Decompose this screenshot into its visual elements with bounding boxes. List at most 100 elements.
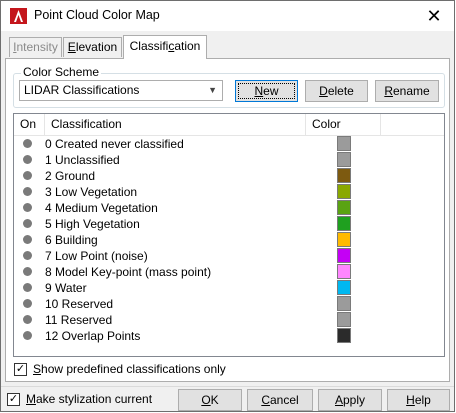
status-dot-icon[interactable] — [23, 235, 32, 244]
chevron-down-icon: ▼ — [208, 85, 217, 95]
show-predefined-checkbox[interactable]: ✓ — [14, 363, 27, 376]
list-item[interactable]: 1 Unclassified — [14, 152, 444, 168]
list-item[interactable]: 2 Ground — [14, 168, 444, 184]
color-swatch[interactable] — [337, 216, 351, 231]
make-current-text: ake stylization current — [36, 392, 153, 406]
column-header-classification[interactable]: Classification — [45, 114, 305, 135]
apply-button-label: pply — [343, 393, 366, 407]
color-swatch[interactable] — [337, 280, 351, 295]
color-swatch[interactable] — [337, 136, 351, 151]
help-button-mnemonic: H — [406, 393, 415, 407]
cancel-button[interactable]: Cancel — [247, 389, 313, 411]
show-predefined-label[interactable]: Show predefined classifications only — [33, 362, 226, 376]
color-swatch[interactable] — [337, 296, 351, 311]
classification-label: 0 Created never classified — [45, 137, 184, 151]
cancel-button-mnemonic: C — [261, 393, 270, 407]
delete-button[interactable]: Delete — [305, 80, 368, 102]
help-button-label: elp — [414, 393, 431, 407]
classification-label: 9 Water — [45, 281, 87, 295]
column-divider[interactable] — [380, 114, 381, 135]
ok-button-mnemonic: O — [201, 393, 211, 407]
color-swatch[interactable] — [337, 184, 351, 199]
new-button-label: ew — [263, 84, 279, 98]
make-current-mnemonic: M — [26, 392, 36, 406]
classification-list[interactable]: On Classification Color 0 Created never … — [13, 113, 445, 357]
classification-label: 11 Reserved — [45, 313, 113, 327]
list-item[interactable]: 12 Overlap Points — [14, 328, 444, 344]
show-predefined-text: how predefined classifications only — [41, 362, 226, 376]
color-swatch[interactable] — [337, 328, 351, 343]
rename-button[interactable]: Rename — [375, 80, 439, 102]
make-current-checkbox[interactable]: ✓ — [7, 393, 20, 406]
status-dot-icon[interactable] — [23, 139, 32, 148]
tab-classification-label-start: Classifi — [129, 39, 169, 53]
rename-button-mnemonic: R — [384, 84, 393, 98]
close-icon[interactable]: ✕ — [422, 4, 446, 28]
status-dot-icon[interactable] — [23, 171, 32, 180]
classification-label: 4 Medium Vegetation — [45, 201, 158, 215]
apply-button[interactable]: Apply — [318, 389, 382, 411]
status-dot-icon[interactable] — [23, 187, 32, 196]
list-item[interactable]: 11 Reserved — [14, 312, 444, 328]
window-title: Point Cloud Color Map — [34, 8, 160, 22]
new-button-mnemonic: N — [254, 84, 264, 98]
list-item[interactable]: 10 Reserved — [14, 296, 444, 312]
tab-elevation[interactable]: Elevation — [63, 37, 122, 57]
status-dot-icon[interactable] — [23, 315, 32, 324]
status-dot-icon[interactable] — [23, 203, 32, 212]
column-header-on[interactable]: On — [14, 114, 44, 135]
help-button[interactable]: Help — [387, 389, 450, 411]
tab-classification-label-end: ation — [174, 39, 201, 53]
classification-label: 5 High Vegetation — [45, 217, 140, 231]
status-dot-icon[interactable] — [23, 267, 32, 276]
autocad-logo-icon — [10, 8, 27, 24]
dialog-window: Point Cloud Color Map ✕ Intensity Elevat… — [0, 0, 455, 412]
list-item[interactable]: 9 Water — [14, 280, 444, 296]
color-swatch[interactable] — [337, 312, 351, 327]
footer-divider — [1, 386, 454, 387]
status-dot-icon[interactable] — [23, 283, 32, 292]
list-item[interactable]: 3 Low Vegetation — [14, 184, 444, 200]
ok-button[interactable]: OK — [178, 389, 242, 411]
status-dot-icon[interactable] — [23, 219, 32, 228]
status-dot-icon[interactable] — [23, 331, 32, 340]
status-dot-icon[interactable] — [23, 251, 32, 260]
title-bar[interactable]: Point Cloud Color Map ✕ — [1, 1, 454, 31]
cancel-button-label: ancel — [269, 393, 299, 407]
column-header-color[interactable]: Color — [306, 114, 380, 135]
status-dot-icon[interactable] — [23, 155, 32, 164]
color-swatch[interactable] — [337, 200, 351, 215]
color-scheme-selected-value: LIDAR Classifications — [24, 83, 140, 97]
classification-label: 2 Ground — [45, 169, 96, 183]
tab-elevation-label: levation — [75, 40, 118, 54]
color-scheme-group-label: Color Scheme — [21, 65, 102, 79]
apply-button-mnemonic: A — [334, 393, 343, 407]
new-button[interactable]: New — [235, 80, 298, 102]
tab-intensity-label: ntensity — [16, 40, 58, 54]
status-dot-icon[interactable] — [23, 299, 32, 308]
list-item[interactable]: 4 Medium Vegetation — [14, 200, 444, 216]
ok-button-label: K — [210, 393, 219, 407]
classification-label: 7 Low Point (noise) — [45, 249, 148, 263]
classification-label: 10 Reserved — [45, 297, 114, 311]
make-current-label[interactable]: Make stylization current — [26, 392, 152, 406]
list-item[interactable]: 7 Low Point (noise) — [14, 248, 444, 264]
color-scheme-dropdown[interactable]: LIDAR Classifications ▼ — [19, 80, 223, 101]
color-swatch[interactable] — [337, 152, 351, 167]
delete-button-label: elete — [327, 84, 354, 98]
tab-classification[interactable]: Classification — [123, 35, 207, 59]
list-item[interactable]: 5 High Vegetation — [14, 216, 444, 232]
tab-intensity: Intensity — [9, 37, 62, 57]
classification-label: 6 Building — [45, 233, 98, 247]
classification-label: 8 Model Key-point (mass point) — [45, 265, 212, 279]
color-swatch[interactable] — [337, 248, 351, 263]
classification-label: 12 Overlap Points — [45, 329, 141, 343]
rename-button-label: ename — [392, 84, 430, 98]
color-swatch[interactable] — [337, 232, 351, 247]
list-item[interactable]: 6 Building — [14, 232, 444, 248]
color-swatch[interactable] — [337, 264, 351, 279]
list-item[interactable]: 0 Created never classified — [14, 136, 444, 152]
list-item[interactable]: 8 Model Key-point (mass point) — [14, 264, 444, 280]
color-swatch[interactable] — [337, 168, 351, 183]
list-header: On Classification Color — [14, 114, 444, 136]
